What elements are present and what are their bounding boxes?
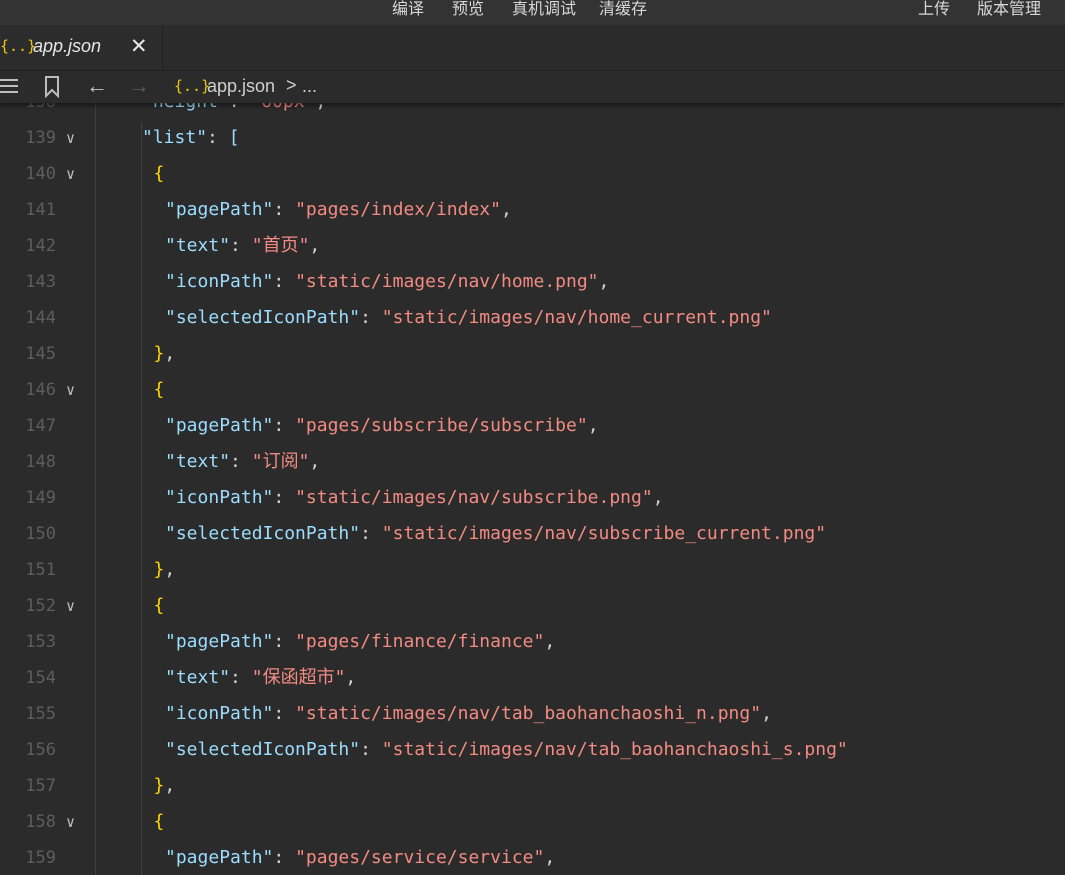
line-number: 159 (25, 848, 56, 868)
code-line[interactable]: 143 "iconPath": "static/images/nav/home.p… (0, 264, 1065, 300)
line-number: 148 (25, 452, 56, 472)
forward-arrow-icon[interactable]: → (128, 73, 150, 99)
line-number: 146 (25, 380, 56, 400)
clear-cache-button[interactable]: 清缓存 (599, 0, 647, 19)
code-line[interactable]: 156 "selectedIconPath": "static/images/na… (0, 732, 1065, 768)
code-line[interactable]: 157}, (0, 768, 1065, 804)
code-line[interactable]: 150 "selectedIconPath": "static/images/na… (0, 516, 1065, 552)
line-number: 141 (25, 200, 56, 220)
line-number: 145 (25, 344, 56, 364)
code-editor[interactable]: 138 "height": "60px", 139 ∨ "list": [ 140 ∨ {14… (0, 103, 1065, 875)
code-text: "pagePath": "pages/index/index", (165, 199, 512, 220)
code-line[interactable]: 154 "text": "保函超市", (0, 660, 1065, 696)
line-number: 156 (25, 740, 56, 760)
code-line[interactable]: 145}, (0, 336, 1065, 372)
close-icon[interactable]: ✕ (130, 34, 148, 59)
line-number: 139 (25, 128, 56, 148)
code-text: { (153, 811, 165, 832)
bookmark-icon[interactable] (44, 76, 60, 103)
line-number: 147 (25, 416, 56, 436)
device-debug-button[interactable]: 真机调试 (512, 0, 576, 19)
code-text: "list": [ (142, 127, 240, 148)
code-text: "selectedIconPath": "static/images/nav/t… (165, 739, 848, 760)
line-number: 153 (25, 632, 56, 652)
line-number: 155 (25, 704, 56, 724)
line-number: 154 (25, 668, 56, 688)
code-text: }, (153, 559, 176, 580)
code-line[interactable]: 147 "pagePath": "pages/subscribe/subscrib… (0, 408, 1065, 444)
line-number: 149 (25, 488, 56, 508)
breadcrumb: ← → {..} app.json > ... (0, 71, 1065, 103)
code-text: "selectedIconPath": "static/images/nav/h… (165, 307, 772, 328)
code-line[interactable]: 148 "text": "订阅", (0, 444, 1065, 480)
fold-chevron-icon[interactable]: ∨ (66, 372, 75, 408)
line-number: 143 (25, 272, 56, 292)
code-text: "height": "60px", (142, 103, 326, 120)
top-toolbar: 编译 预览 真机调试 清缓存 上传 版本管理 (0, 0, 1065, 25)
code-text: }, (153, 775, 176, 796)
editor-tab-bar: {..} app.json ✕ (0, 25, 1065, 71)
fold-chevron-icon[interactable]: ∨ (66, 156, 75, 192)
code-text: "pagePath": "pages/service/service", (165, 847, 556, 868)
line-number: 152 (25, 596, 56, 616)
code-line[interactable]: 139 ∨ "list": [ (0, 120, 1065, 156)
code-line[interactable]: 146 ∨ { (0, 372, 1065, 408)
code-line[interactable]: 138 "height": "60px", (0, 103, 1065, 120)
code-text: { (153, 379, 165, 400)
code-text: { (153, 163, 165, 184)
preview-button[interactable]: 预览 (452, 0, 484, 19)
code-line[interactable]: 140 ∨ { (0, 156, 1065, 192)
code-line[interactable]: 142 "text": "首页", (0, 228, 1065, 264)
code-line[interactable]: 141 "pagePath": "pages/index/index", (0, 192, 1065, 228)
code-line[interactable]: 159 "pagePath": "pages/service/service", (0, 840, 1065, 875)
json-file-icon: {..} (0, 37, 37, 55)
code-lines: 138 "height": "60px", 139 ∨ "list": [ 140 ∨ {14… (0, 103, 1065, 875)
line-number: 138 (0, 103, 56, 120)
code-text: "selectedIconPath": "static/images/nav/s… (165, 523, 827, 544)
code-line[interactable]: 144 "selectedIconPath": "static/images/na… (0, 300, 1065, 336)
code-text: { (153, 595, 165, 616)
compile-button[interactable]: 编译 (392, 0, 424, 19)
code-line[interactable]: 151}, (0, 552, 1065, 588)
code-line[interactable]: 149 "iconPath": "static/images/nav/subscr… (0, 480, 1065, 516)
json-file-icon: {..} (174, 77, 211, 95)
tab-app-json[interactable]: {..} app.json ✕ (0, 25, 163, 70)
back-arrow-icon[interactable]: ← (86, 73, 108, 99)
line-number: 140 (25, 164, 56, 184)
menu-icon[interactable] (0, 79, 18, 97)
line-number: 158 (25, 812, 56, 832)
code-text: "text": "保函超市", (165, 667, 357, 688)
code-text: }, (153, 343, 176, 364)
code-line[interactable]: 155 "iconPath": "static/images/nav/tab_ba… (0, 696, 1065, 732)
code-text: "pagePath": "pages/subscribe/subscribe", (165, 415, 599, 436)
code-text: "pagePath": "pages/finance/finance", (165, 631, 556, 652)
line-number: 142 (25, 236, 56, 256)
code-text: "iconPath": "static/images/nav/tab_baoha… (165, 703, 772, 724)
breadcrumb-separator: > (286, 75, 297, 95)
code-text: "iconPath": "static/images/nav/home.png"… (165, 271, 610, 292)
fold-chevron-icon[interactable]: ∨ (66, 588, 75, 624)
code-text: "iconPath": "static/images/nav/subscribe… (165, 487, 664, 508)
breadcrumb-file[interactable]: app.json (207, 76, 275, 97)
code-line[interactable]: 158 ∨ { (0, 804, 1065, 840)
fold-chevron-icon[interactable]: ∨ (66, 804, 75, 840)
version-manage-button[interactable]: 版本管理 (977, 0, 1041, 19)
line-number: 157 (25, 776, 56, 796)
line-number: 144 (25, 308, 56, 328)
code-text: "text": "订阅", (165, 451, 321, 472)
code-line[interactable]: 152 ∨ { (0, 588, 1065, 624)
upload-button[interactable]: 上传 (918, 0, 950, 19)
fold-chevron-icon[interactable]: ∨ (66, 120, 75, 156)
tab-label: app.json (33, 36, 102, 56)
breadcrumb-ellipsis[interactable]: ... (302, 76, 317, 97)
code-line[interactable]: 153 "pagePath": "pages/finance/finance", (0, 624, 1065, 660)
line-number: 151 (25, 560, 56, 580)
code-text: "text": "首页", (165, 235, 321, 256)
line-number: 150 (25, 524, 56, 544)
